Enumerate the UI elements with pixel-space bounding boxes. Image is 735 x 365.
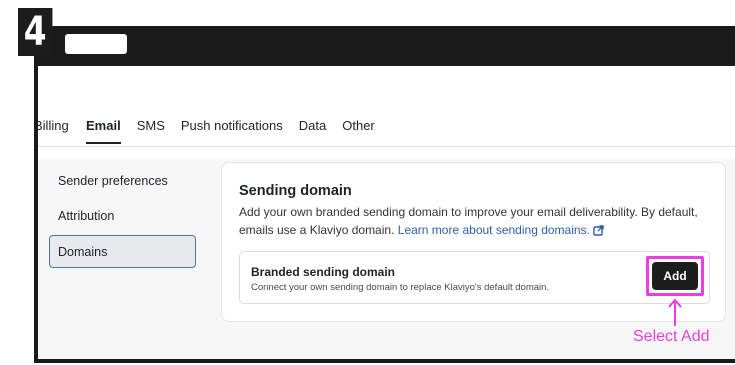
arrow-up-icon <box>668 298 682 326</box>
learn-more-link[interactable]: Learn more about sending domains. <box>398 223 590 237</box>
tabs-divider <box>38 146 735 147</box>
tab-data[interactable]: Data <box>291 118 334 144</box>
card-description: Add your own branded sending domain to i… <box>239 203 699 239</box>
sidebar-item-sender-preferences[interactable]: Sender preferences <box>58 174 168 188</box>
step-number-badge: 4 <box>18 8 53 56</box>
add-button[interactable]: Add <box>652 262 698 290</box>
branded-domain-title: Branded sending domain <box>251 265 396 279</box>
settings-tabs: Billing Email SMS Push notifications Dat… <box>38 118 383 148</box>
top-bar-search-pill[interactable] <box>65 34 127 54</box>
external-link-icon[interactable] <box>593 225 604 236</box>
branded-domain-description: Connect your own sending domain to repla… <box>251 282 550 293</box>
sidebar-item-attribution[interactable]: Attribution <box>58 209 114 223</box>
top-bar <box>34 26 735 66</box>
branded-domain-row: Branded sending domain Connect your own … <box>239 251 710 304</box>
sidebar-item-label: Domains <box>58 245 108 259</box>
tab-email[interactable]: Email <box>78 118 129 144</box>
tab-billing[interactable]: Billing <box>38 118 78 144</box>
card-title: Sending domain <box>239 183 352 199</box>
select-add-callout: Select Add <box>633 328 710 345</box>
sidebar-item-domains[interactable]: Domains <box>49 235 196 268</box>
tab-sms[interactable]: SMS <box>129 118 173 144</box>
tab-other[interactable]: Other <box>334 118 383 144</box>
tab-push-notifications[interactable]: Push notifications <box>173 118 291 144</box>
sending-domain-card: Sending domain Add your own branded send… <box>221 162 726 322</box>
